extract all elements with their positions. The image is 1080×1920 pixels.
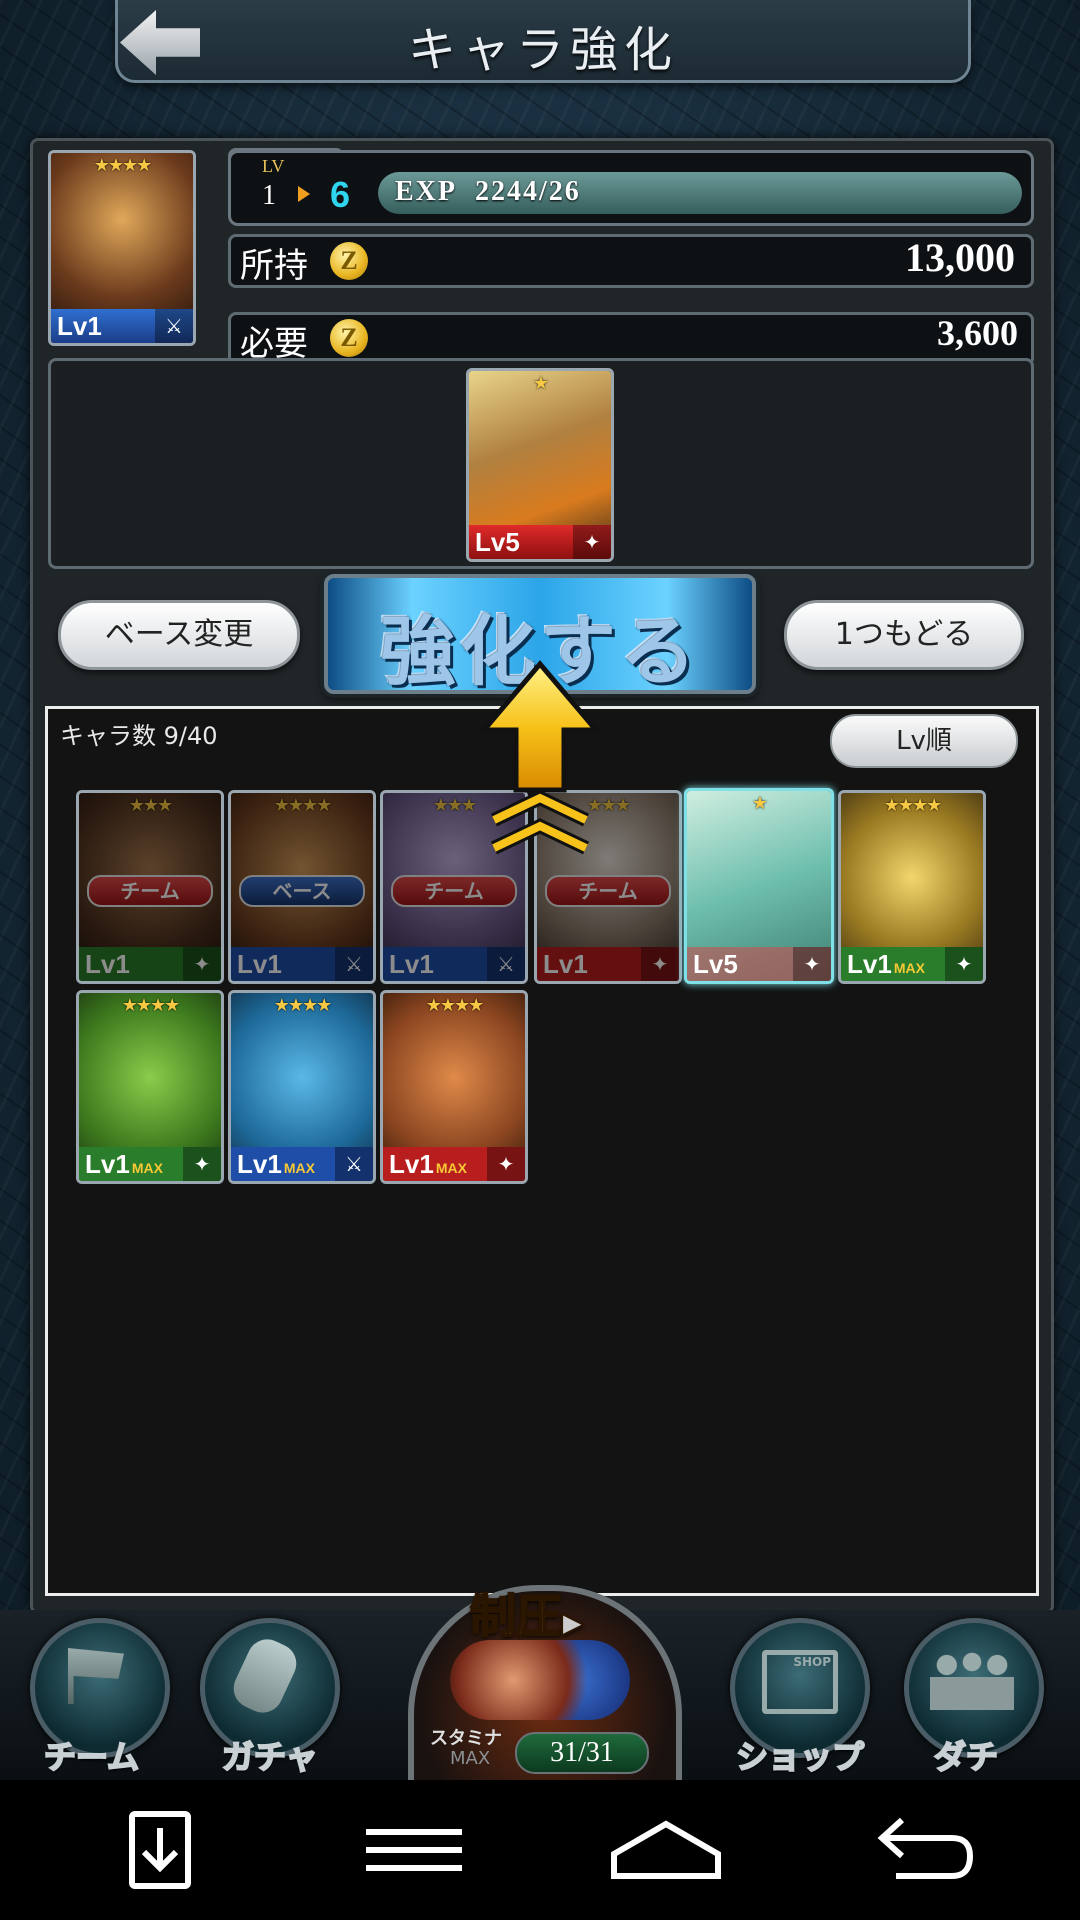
- sort-button[interactable]: Lv順: [830, 714, 1018, 768]
- tiger-emblem-icon: ✦: [183, 1147, 221, 1181]
- level-from: 1: [262, 180, 276, 211]
- stamina-max-label: MAX: [450, 1748, 491, 1769]
- character-card[interactable]: ★★★★ Lv1 MAX ✦: [380, 990, 528, 1184]
- lv-label: LV: [262, 156, 285, 176]
- shop-sign: SHOP: [793, 1655, 831, 1669]
- owned-label: 所持: [240, 246, 308, 286]
- rarity-stars: ★: [751, 793, 768, 814]
- rarity-stars: ★: [532, 373, 549, 394]
- tiger-emblem-icon: ✦: [183, 947, 221, 981]
- shop-nav-label: ショップ: [735, 1737, 865, 1777]
- undo-button[interactable]: 1つもどる: [784, 600, 1024, 670]
- tiger-emblem-icon: ✦: [573, 525, 611, 559]
- team-nav-label: チーム: [43, 1737, 140, 1777]
- level-arrow-icon: [298, 186, 310, 202]
- people-icon: [930, 1650, 1014, 1710]
- tiger-emblem-icon: ✦: [793, 947, 831, 981]
- menu-icon[interactable]: [364, 1810, 464, 1890]
- character-count: キャラ数 9/40: [60, 722, 218, 750]
- change-base-button[interactable]: ベース変更: [58, 600, 300, 670]
- character-portrait: [231, 793, 373, 981]
- level-to: 6: [330, 174, 351, 215]
- coin-icon: Z: [330, 319, 368, 357]
- character-card[interactable]: ★★★★ Lv1 MAX ⚔: [228, 990, 376, 1184]
- character-card-selected[interactable]: ★ Lv5 ✦: [684, 788, 834, 984]
- rarity-stars: ★★★★: [883, 795, 943, 816]
- tiger-emblem-icon: ✦: [945, 947, 983, 981]
- wolf-emblem-icon: ⚔: [155, 309, 193, 343]
- character-card[interactable]: ★★★★ ベース Lv1 ⚔: [228, 790, 376, 984]
- card-level: Lv1: [79, 947, 221, 981]
- gacha-nav-label: ガチャ: [221, 1737, 319, 1777]
- required-value: 3,600: [937, 313, 1018, 353]
- rarity-stars: ★★★: [128, 795, 173, 816]
- friends-nav-label: ダチ: [933, 1737, 999, 1777]
- rarity-stars: ★★★★: [121, 995, 181, 1016]
- tiger-emblem-icon: ✦: [487, 1147, 525, 1181]
- shop-icon: SHOP: [762, 1650, 838, 1714]
- back-icon[interactable]: [866, 1810, 976, 1890]
- tiger-emblem-icon: ✦: [641, 947, 679, 981]
- card-level: Lv1: [537, 947, 679, 981]
- wolf-emblem-icon: ⚔: [487, 947, 525, 981]
- character-portrait: [79, 793, 221, 981]
- card-level: Lv1: [231, 947, 373, 981]
- material-card[interactable]: ★ Lv5 ✦: [466, 368, 614, 562]
- wolf-emblem-icon: ⚔: [335, 1147, 373, 1181]
- download-icon[interactable]: [110, 1810, 210, 1890]
- rarity-stars: ★★★★: [93, 155, 153, 176]
- exp-text: EXP 2244/26: [395, 176, 581, 207]
- stamina-bar: 31/31: [515, 1732, 649, 1774]
- character-card[interactable]: ★★★★ Lv1 MAX ✦: [838, 790, 986, 984]
- page-title: キャラ強化: [407, 22, 678, 78]
- team-tag: チーム: [391, 875, 517, 907]
- rarity-stars: ★★★★: [425, 995, 485, 1016]
- stamina-label: スタミナ: [430, 1728, 502, 1749]
- rarity-stars: ★★★★: [273, 795, 333, 816]
- character-card[interactable]: ★★★ チーム Lv1 ✦: [76, 790, 224, 984]
- coin-icon: Z: [330, 242, 368, 280]
- team-tag: チーム: [545, 875, 671, 907]
- card-level: Lv1: [383, 947, 525, 981]
- character-card[interactable]: ★★★★ Lv1 MAX ✦: [76, 990, 224, 1184]
- team-tag: チーム: [87, 875, 213, 907]
- wolf-emblem-icon: ⚔: [335, 947, 373, 981]
- up-arrow-icon: [480, 660, 600, 855]
- owned-value: 13,000: [905, 235, 1015, 280]
- home-icon[interactable]: [606, 1810, 726, 1890]
- conquest-label: 制圧▶: [469, 1588, 585, 1644]
- base-tag: ベース: [239, 875, 365, 907]
- rarity-stars: ★★★★: [273, 995, 333, 1016]
- base-card[interactable]: ★★★★ Lv1 ⚔: [48, 150, 196, 346]
- title-bar: キャラ強化: [115, 0, 971, 83]
- characters-art: [450, 1640, 630, 1720]
